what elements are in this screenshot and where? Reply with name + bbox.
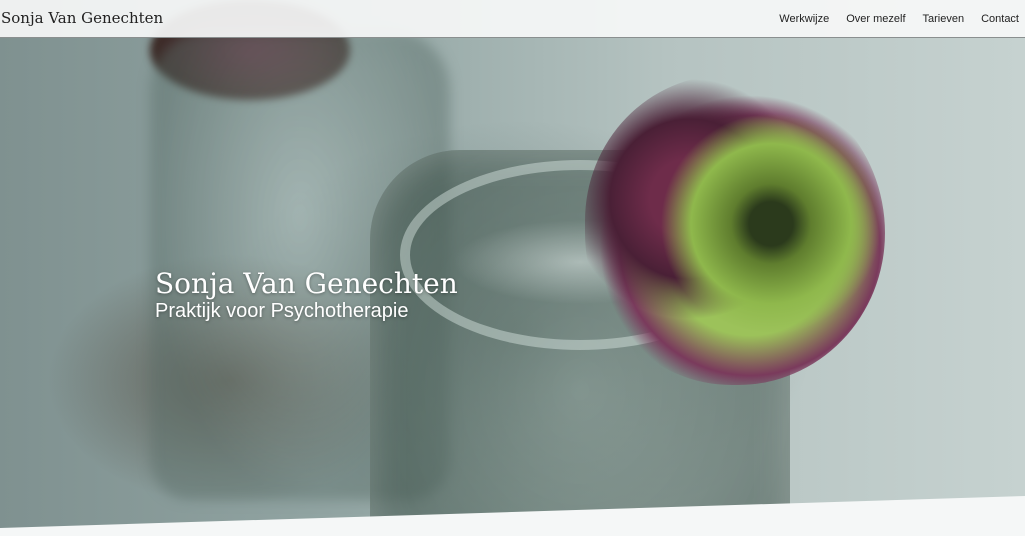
nav-link-over-mezelf[interactable]: Over mezelf — [846, 13, 905, 25]
ranunculus-flower — [585, 75, 885, 385]
nav-link-tarieven[interactable]: Tarieven — [923, 13, 965, 25]
hero-subtitle: Praktijk voor Psychotherapie — [155, 300, 409, 322]
brand-link[interactable]: Sonja Van Genechten — [1, 9, 163, 27]
hero-image — [0, 0, 1025, 536]
nav-link-contact[interactable]: Contact — [981, 13, 1019, 25]
nav-link-werkwijze[interactable]: Werkwijze — [779, 13, 829, 25]
navbar: Sonja Van Genechten Werkwijze Over mezel… — [0, 0, 1025, 38]
hero-title: Sonja Van Genechten — [155, 267, 458, 300]
nav-links: Werkwijze Over mezelf Tarieven Contact — [762, 0, 1019, 38]
